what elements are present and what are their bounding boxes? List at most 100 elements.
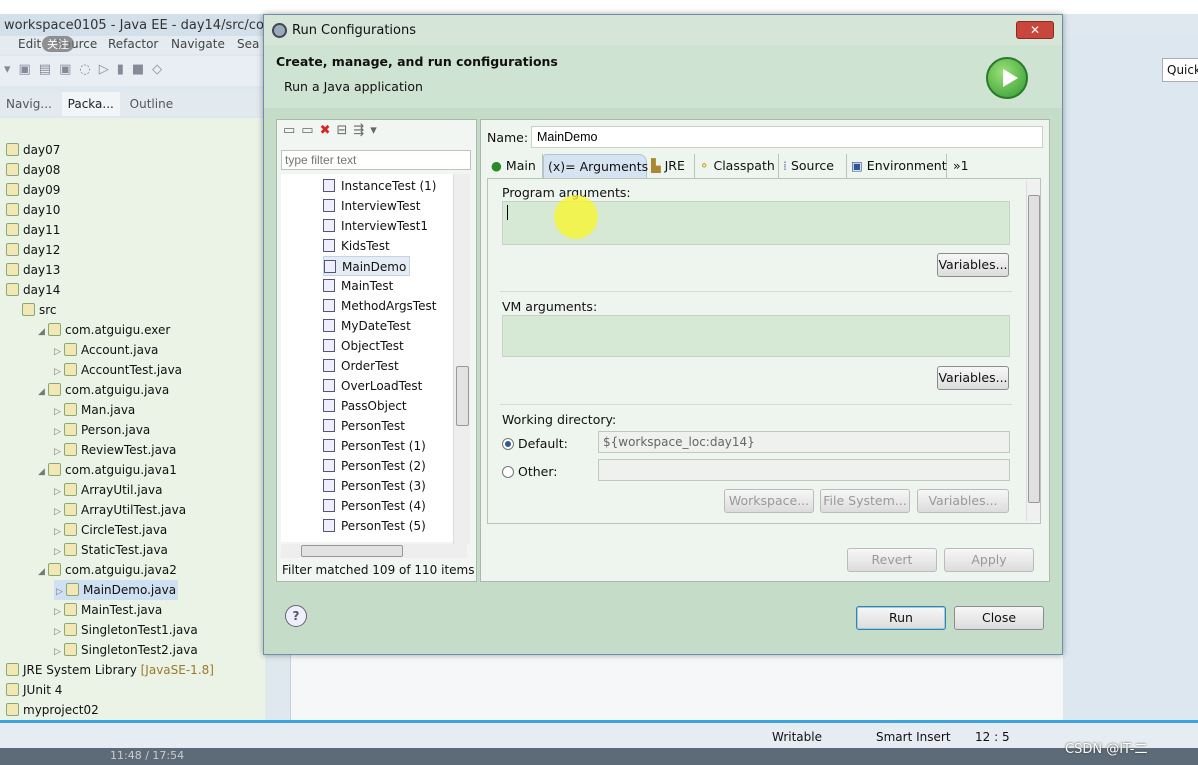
tree-item[interactable]: day12 — [6, 240, 60, 260]
config-item[interactable]: MethodArgsTest — [323, 296, 436, 316]
tree-item[interactable]: src — [22, 300, 57, 320]
config-item[interactable]: PersonTest — [323, 416, 405, 436]
workspace-button[interactable]: Workspace... — [724, 489, 814, 513]
tree-item[interactable]: ◢ com.atguigu.exer — [38, 320, 170, 340]
config-item[interactable]: PassObject — [323, 396, 407, 416]
config-item[interactable]: ObjectTest — [323, 336, 404, 356]
menu-edit[interactable]: Edit — [18, 37, 41, 51]
vm-args-input[interactable] — [502, 315, 1010, 357]
tree-item[interactable]: day14 — [6, 280, 60, 300]
tab-arguments[interactable]: (x)= Arguments — [543, 154, 648, 178]
tab-classpath[interactable]: ⚬ Classpath — [695, 154, 779, 178]
config-item[interactable]: PersonTest (1) — [323, 436, 426, 456]
tree-item[interactable]: ▷ Account.java — [54, 340, 158, 360]
tree-item[interactable]: ◢ com.atguigu.java — [38, 380, 169, 400]
tab-source[interactable]: ⁞ Source — [779, 154, 847, 178]
tab-environment[interactable]: ▣ Environment — [847, 154, 947, 178]
expand-arrow-icon[interactable]: ▷ — [54, 522, 64, 542]
tree-item[interactable]: ▷ SingletonTest1.java — [54, 620, 198, 640]
tab-outline[interactable]: Outline — [124, 92, 179, 116]
config-item[interactable]: MyDateTest — [323, 316, 411, 336]
config-item[interactable]: OverLoadTest — [323, 376, 422, 396]
tab-content-scrollbar[interactable] — [1026, 181, 1040, 521]
config-list-hscrollbar[interactable] — [281, 544, 467, 558]
tree-item[interactable]: day11 — [6, 220, 60, 240]
file-system-button[interactable]: File System... — [820, 489, 910, 513]
expand-arrow-icon[interactable]: ▷ — [54, 402, 64, 422]
revert-button[interactable]: Revert — [847, 548, 937, 572]
tab-package-explorer[interactable]: Packa... — [61, 92, 120, 116]
expand-arrow-icon[interactable]: ◢ — [38, 322, 48, 342]
scroll-thumb[interactable] — [456, 366, 469, 426]
menu-search[interactable]: Sea — [237, 37, 259, 51]
tree-item[interactable]: ◢ com.atguigu.java1 — [38, 460, 177, 480]
close-button[interactable]: Close — [954, 606, 1044, 630]
config-item[interactable]: PersonTest (2) — [323, 456, 426, 476]
tree-item[interactable]: day07 — [6, 140, 60, 160]
tree-item[interactable]: day13 — [6, 260, 60, 280]
config-list-scrollbar[interactable] — [453, 174, 470, 544]
collapse-all-icon[interactable]: ⊟ — [337, 123, 354, 138]
tree-item[interactable]: day09 — [6, 180, 60, 200]
config-item[interactable]: InterviewTest — [323, 196, 420, 216]
config-item[interactable]: InstanceTest (1) — [323, 176, 436, 196]
name-input[interactable] — [531, 126, 1043, 148]
wd-variables-button[interactable]: Variables... — [917, 489, 1009, 513]
tab-jre[interactable]: ▙ JRE — [647, 154, 695, 178]
tree-item[interactable]: day10 — [6, 200, 60, 220]
delete-icon[interactable]: ✖ — [320, 123, 337, 138]
expand-arrow-icon[interactable]: ▷ — [54, 362, 64, 382]
expand-arrow-icon[interactable]: ▷ — [54, 482, 64, 502]
tree-item[interactable]: ▷ ArrayUtilTest.java — [54, 500, 186, 520]
tree-item[interactable]: ▷ ReviewTest.java — [54, 440, 176, 460]
hscroll-thumb[interactable] — [301, 545, 403, 557]
expand-arrow-icon[interactable]: ▷ — [54, 422, 64, 442]
new-config-icon[interactable]: ▭ — [283, 123, 301, 138]
expand-arrow-icon[interactable]: ▷ — [54, 622, 64, 642]
expand-arrow-icon[interactable]: ◢ — [38, 382, 48, 402]
tree-item[interactable]: ▷ MainDemo.java — [54, 580, 179, 602]
vm-variables-button[interactable]: Variables... — [937, 366, 1009, 390]
tab-main[interactable]: ● Main — [487, 154, 543, 178]
menu-refactor[interactable]: Refactor — [108, 37, 158, 51]
run-button[interactable]: Run — [856, 606, 946, 630]
tree-item[interactable]: ▷ MainTest.java — [54, 600, 162, 620]
tab-navigator[interactable]: Navig... — [0, 92, 58, 116]
apply-button[interactable]: Apply — [944, 548, 1034, 572]
config-item[interactable]: PersonTest (4) — [323, 496, 426, 516]
expand-arrow-icon[interactable]: ▷ — [54, 642, 64, 662]
filter-icon[interactable]: ⇶▾ — [353, 123, 382, 138]
tree-item[interactable]: ◢ com.atguigu.java2 — [38, 560, 177, 580]
tree-item[interactable]: ▷ CircleTest.java — [54, 520, 167, 540]
duplicate-icon[interactable]: ▭ — [301, 123, 319, 138]
config-item[interactable]: PersonTest (5) — [323, 516, 426, 536]
config-item[interactable]: InterviewTest1 — [323, 216, 428, 236]
expand-arrow-icon[interactable]: ▷ — [54, 502, 64, 522]
expand-arrow-icon[interactable]: ◢ — [38, 562, 48, 582]
default-radio[interactable] — [502, 438, 514, 450]
close-window-button[interactable]: ✕ — [1016, 21, 1054, 39]
other-dir-field[interactable] — [598, 459, 1010, 481]
expand-arrow-icon[interactable]: ▷ — [54, 602, 64, 622]
tree-item[interactable]: ▷ SingletonTest2.java — [54, 640, 198, 660]
expand-arrow-icon[interactable]: ▷ — [54, 542, 64, 562]
help-icon[interactable]: ? — [285, 605, 307, 627]
tree-item[interactable]: ▷ AccountTest.java — [54, 360, 182, 380]
program-variables-button[interactable]: Variables... — [937, 253, 1009, 277]
menu-navigate[interactable]: Navigate — [171, 37, 225, 51]
tree-item[interactable]: ▷ ArrayUtil.java — [54, 480, 162, 500]
expand-arrow-icon[interactable]: ▷ — [54, 442, 64, 462]
config-item[interactable]: PersonTest (3) — [323, 476, 426, 496]
config-item[interactable]: OrderTest — [323, 356, 399, 376]
expand-arrow-icon[interactable]: ◢ — [38, 462, 48, 482]
expand-arrow-icon[interactable]: ▷ — [56, 582, 66, 602]
tree-item[interactable]: ▷ Man.java — [54, 400, 135, 420]
expand-arrow-icon[interactable]: ▷ — [54, 342, 64, 362]
scroll-thumb[interactable] — [1028, 195, 1040, 503]
config-item[interactable]: MainTest — [323, 276, 393, 296]
quick-access-field[interactable]: Quick — [1162, 58, 1198, 82]
tab-overflow[interactable]: »1 — [949, 154, 979, 178]
tree-item[interactable]: JRE System Library [JavaSE-1.8] — [6, 660, 214, 680]
other-radio[interactable] — [502, 466, 514, 478]
config-item[interactable]: MainDemo — [323, 256, 411, 276]
